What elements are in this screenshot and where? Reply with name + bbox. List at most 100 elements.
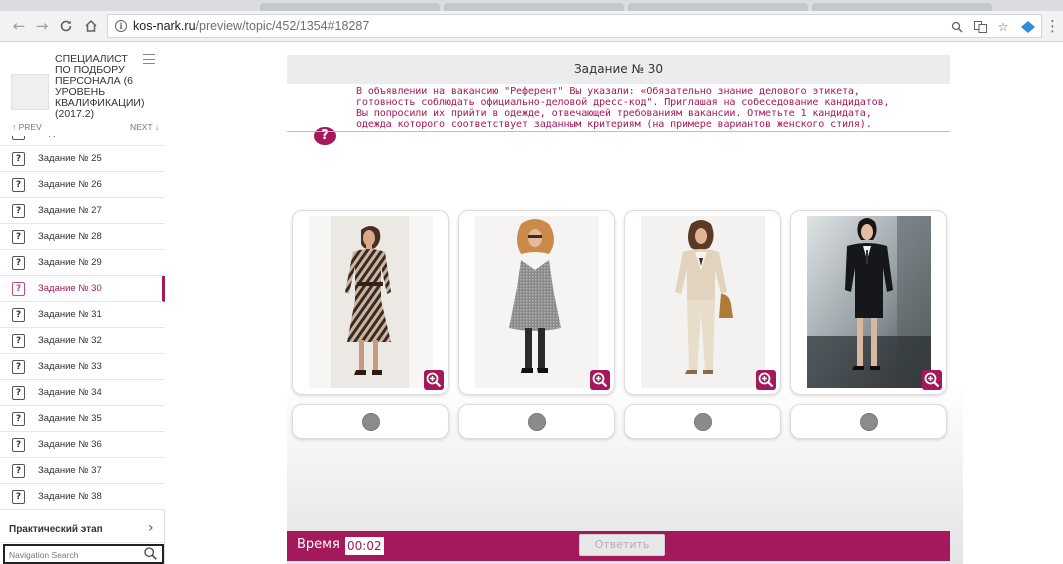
reload-icon: [60, 20, 72, 32]
task-label: Задание № 31: [38, 309, 102, 320]
reload-button[interactable]: [55, 15, 77, 37]
question-mark-icon: ?: [12, 386, 25, 400]
task-label: Задание № 27: [38, 205, 102, 216]
question-panel: Задание № 30 ? В объявлении на вакансию …: [287, 45, 963, 564]
task-label: Задание № 33: [38, 361, 102, 372]
task-label: Задание № 25: [38, 153, 102, 164]
extension-icon[interactable]: [1019, 18, 1037, 36]
browser-tab[interactable]: [812, 3, 992, 11]
task-label: Задание № 32: [38, 335, 102, 346]
divider: [287, 131, 950, 132]
translate-icon[interactable]: [971, 18, 989, 36]
sidebar-task-item[interactable]: ? Задание № 34: [0, 380, 165, 406]
zoom-in-icon: [758, 372, 774, 388]
option-card-2: [458, 210, 615, 395]
sidebar-task-item[interactable]: ? Задание № 25: [0, 146, 165, 172]
browser-tab[interactable]: [444, 3, 624, 11]
task-label: Задание № 34: [38, 387, 102, 398]
timer: 00:02: [345, 537, 384, 555]
sidebar-task-item[interactable]: ? Задание № 26: [0, 172, 165, 198]
woman-in-black-skirt-suit-image: [807, 216, 931, 388]
sidebar-task-item[interactable]: ? Задание № 32: [0, 328, 165, 354]
answer-option-2[interactable]: [458, 404, 615, 439]
navigation-search: [3, 544, 164, 564]
sidebar-task-item[interactable]: ? Задание № 29: [0, 250, 165, 276]
browser-tab[interactable]: [260, 3, 440, 11]
browser-tab-strip: [0, 0, 1063, 11]
question-mark-icon: ?: [12, 490, 25, 504]
woman-in-beige-trouser-suit-image: [641, 216, 765, 388]
task-label: Задание № 30: [38, 283, 102, 294]
question-mark-icon: ?: [12, 360, 25, 374]
task-label: Задание № 37: [38, 465, 102, 476]
home-icon: [85, 19, 97, 32]
sidebar-task-item[interactable]: ? Задание № 35: [0, 406, 165, 432]
sidebar-task-item[interactable]: ? Задание № 30: [0, 276, 165, 302]
search-input[interactable]: [9, 548, 134, 562]
home-button[interactable]: [80, 15, 102, 37]
task-label: Задание № 38: [38, 491, 102, 502]
radio-button[interactable]: [860, 413, 878, 431]
question-title: Задание № 30: [287, 55, 950, 84]
question-mark-icon: ?: [12, 282, 25, 296]
question-mark-icon: ?: [12, 438, 25, 452]
zoom-button[interactable]: [756, 370, 776, 390]
question-mark-icon: ?: [12, 152, 25, 166]
task-label: Задание № 35: [38, 413, 102, 424]
zoom-in-icon: [924, 372, 940, 388]
task-label: Задание № 29: [38, 257, 102, 268]
question-mark-icon: ?: [12, 178, 25, 192]
menu-icon[interactable]: [143, 54, 155, 64]
question-line: Вы попросили их прийти в одежде, отвечаю…: [356, 108, 872, 119]
prev-link[interactable]: ↑ PREV: [12, 122, 42, 132]
browser-tab[interactable]: [628, 3, 808, 11]
question-mark-icon: ?: [12, 464, 25, 478]
chevron-right-icon: ›: [148, 520, 154, 536]
radio-button[interactable]: [528, 413, 546, 431]
zoom-in-icon: [426, 372, 442, 388]
url-text[interactable]: kos-nark.ru/preview/topic/452/1354#18287: [133, 19, 369, 33]
question-mark-icon: ?: [12, 136, 25, 140]
site-info-icon[interactable]: i: [115, 20, 127, 32]
sidebar-task-item[interactable]: ? Задание № 28: [0, 224, 165, 250]
submit-button[interactable]: Ответить: [579, 534, 665, 556]
radio-button[interactable]: [362, 413, 380, 431]
footer-bar: Время 00:02 Ответить: [287, 531, 950, 561]
search-icon[interactable]: [144, 547, 157, 560]
radio-button[interactable]: [694, 413, 712, 431]
sidebar-task-item[interactable]: ? Задание № 31: [0, 302, 165, 328]
next-link[interactable]: NEXT ↓: [130, 122, 159, 132]
answer-option-1[interactable]: [292, 404, 449, 439]
zoom-icon[interactable]: [948, 18, 966, 36]
question-mark-icon: ?: [12, 230, 25, 244]
forward-button[interactable]: →: [31, 15, 53, 37]
sidebar-header: Специалист по подбору персонала (6 урове…: [0, 42, 165, 146]
course-sidebar: Специалист по подбору персонала (6 урове…: [0, 42, 165, 564]
browser-menu-icon[interactable]: ⋮: [1045, 15, 1060, 37]
answer-option-3[interactable]: [624, 404, 781, 439]
question-line: В объявлении на вакансию "Референт" Вы у…: [356, 86, 860, 97]
address-bar[interactable]: i kos-nark.ru/preview/topic/452/1354#182…: [107, 14, 1042, 38]
sidebar-task-item[interactable]: ? Задание № 33: [0, 354, 165, 380]
zoom-button[interactable]: [922, 370, 942, 390]
zoom-button[interactable]: [424, 370, 444, 390]
sidebar-section-practical[interactable]: Практический этап ›: [0, 516, 165, 543]
sidebar-task-item[interactable]: ? Задание № 27: [0, 198, 165, 224]
sidebar-task-item[interactable]: ? Задание № 24: [0, 136, 165, 146]
sidebar-task-item[interactable]: ? Задание № 36: [0, 432, 165, 458]
answer-option-4[interactable]: [790, 404, 947, 439]
zoom-button[interactable]: [590, 370, 610, 390]
time-label: Время: [297, 537, 340, 552]
question-text: В объявлении на вакансию "Референт" Вы у…: [356, 86, 956, 130]
question-line: одежда которого соответствует заданным к…: [356, 119, 872, 130]
sidebar-task-item[interactable]: ? Задание № 37: [0, 458, 165, 484]
question-mark-icon: ?: [12, 256, 25, 270]
bookmark-star-icon[interactable]: ☆: [994, 18, 1012, 36]
task-label: Задание № 26: [38, 179, 102, 190]
sidebar-task-item[interactable]: ? Задание № 38: [0, 484, 165, 510]
task-label: Задание № 36: [38, 439, 102, 450]
back-button[interactable]: ←: [8, 15, 30, 37]
zoom-in-icon: [592, 372, 608, 388]
course-title: Специалист по подбору персонала (6 урове…: [55, 53, 145, 120]
option-card-4: [790, 210, 947, 395]
